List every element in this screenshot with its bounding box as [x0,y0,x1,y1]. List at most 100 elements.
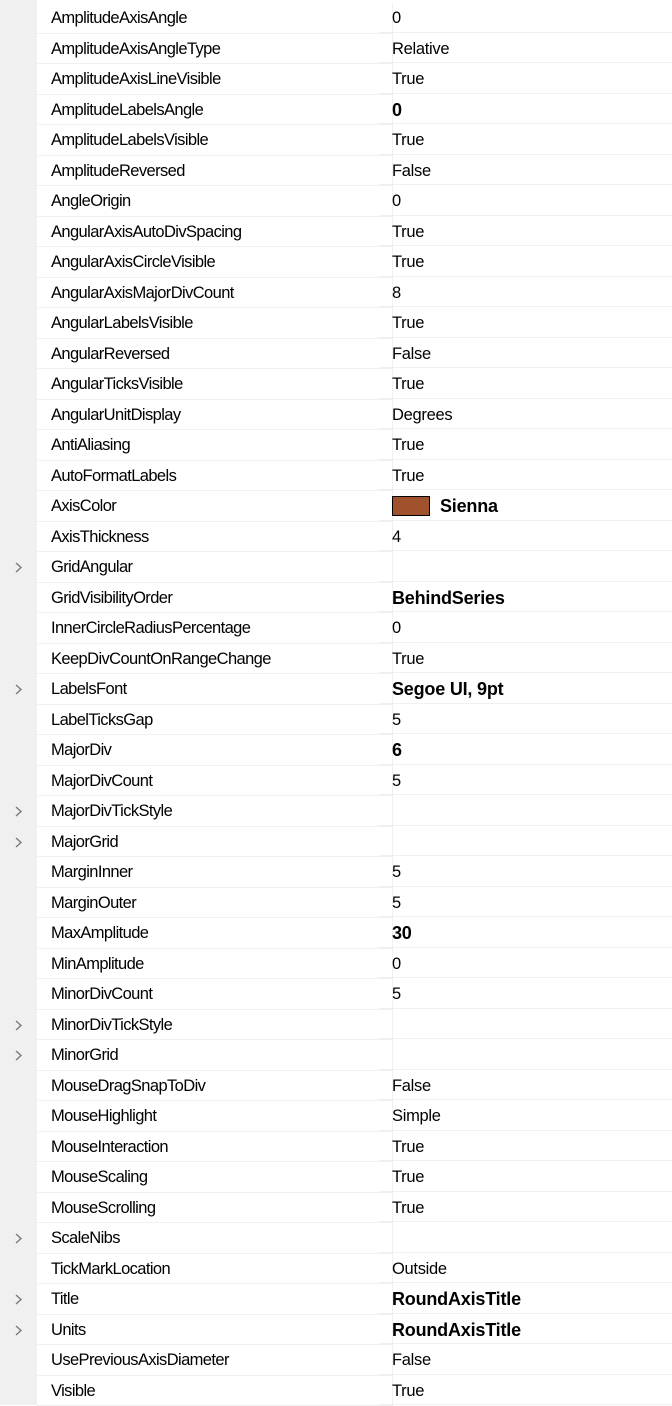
property-value[interactable] [379,796,672,826]
property-name[interactable]: MarginInner [37,857,393,888]
property-name[interactable]: MarginOuter [37,888,393,919]
property-row[interactable]: TickMarkLocationOutside [0,1254,672,1285]
property-row[interactable]: AntiAliasingTrue [0,430,672,461]
property-name[interactable]: MouseScaling [37,1162,393,1193]
chevron-right-icon[interactable] [0,1040,37,1071]
property-name[interactable]: KeepDivCountOnRangeChange [37,644,393,675]
property-name[interactable]: MajorGrid [37,827,393,858]
property-value[interactable]: Sienna [379,491,672,521]
property-value[interactable]: True [379,125,672,155]
property-row[interactable]: AmplitudeLabelsVisibleTrue [0,125,672,156]
property-value[interactable]: False [379,1071,672,1101]
chevron-right-icon[interactable] [0,674,37,705]
property-row[interactable]: AngularTicksVisibleTrue [0,369,672,400]
property-row[interactable]: ScaleNibs [0,1223,672,1254]
property-value[interactable]: 5 [379,857,672,887]
property-value[interactable]: True [379,1376,672,1406]
property-value[interactable] [379,1010,672,1040]
property-name[interactable]: MouseInteraction [37,1132,393,1163]
property-name[interactable]: Visible [37,1376,393,1406]
property-value[interactable]: 0 [379,613,672,643]
property-value[interactable]: True [379,247,672,277]
property-value[interactable]: 5 [379,888,672,918]
property-value[interactable]: 0 [379,186,672,216]
property-name[interactable]: ScaleNibs [37,1223,393,1254]
property-name[interactable]: AmplitudeAxisLineVisible [37,64,393,95]
property-row[interactable]: AngleOrigin0 [0,186,672,217]
property-row[interactable]: AxisColorSienna [0,491,672,522]
property-value[interactable]: False [379,1345,672,1375]
property-value[interactable]: True [379,1132,672,1162]
property-row[interactable]: AngularAxisMajorDivCount8 [0,278,672,309]
property-value[interactable]: 0 [379,3,672,33]
property-row[interactable]: AngularUnitDisplayDegrees [0,400,672,431]
property-name[interactable]: AngularAxisMajorDivCount [37,278,393,309]
property-value[interactable]: False [379,339,672,369]
chevron-right-icon[interactable] [0,1223,37,1254]
property-name[interactable]: AxisThickness [37,522,393,553]
chevron-right-icon[interactable] [0,552,37,583]
chevron-right-icon[interactable] [0,796,37,827]
property-row[interactable]: KeepDivCountOnRangeChangeTrue [0,644,672,675]
property-name[interactable]: LabelTicksGap [37,705,393,736]
property-name[interactable]: AngularLabelsVisible [37,308,393,339]
property-name[interactable]: MajorDivTickStyle [37,796,393,827]
property-value[interactable]: 5 [379,705,672,735]
property-value[interactable]: True [379,1193,672,1223]
property-name[interactable]: GridVisibilityOrder [37,583,393,614]
property-row[interactable]: AmplitudeAxisLineVisibleTrue [0,64,672,95]
property-name[interactable]: MouseHighlight [37,1101,393,1132]
property-row[interactable]: VisibleTrue [0,1376,672,1406]
property-value[interactable]: 4 [379,522,672,552]
property-value[interactable]: 5 [379,979,672,1009]
property-row[interactable]: LabelTicksGap5 [0,705,672,736]
property-value[interactable]: Simple [379,1101,672,1131]
property-value[interactable] [379,552,672,582]
property-name[interactable]: UsePreviousAxisDiameter [37,1345,393,1376]
property-value[interactable]: True [379,369,672,399]
property-value[interactable]: 6 [379,735,672,765]
chevron-right-icon[interactable] [0,1315,37,1346]
property-row[interactable]: MinAmplitude0 [0,949,672,980]
property-name[interactable]: AntiAliasing [37,430,393,461]
property-name[interactable]: AutoFormatLabels [37,461,393,492]
property-value[interactable]: RoundAxisTitle [379,1315,672,1345]
property-name[interactable]: MouseDragSnapToDiv [37,1071,393,1102]
property-row[interactable]: MouseScrollingTrue [0,1193,672,1224]
property-value[interactable]: 0 [379,95,672,125]
property-row[interactable]: AngularLabelsVisibleTrue [0,308,672,339]
property-value[interactable]: False [379,156,672,186]
property-value[interactable]: True [379,64,672,94]
property-name[interactable]: MajorDivCount [37,766,393,797]
property-name[interactable]: MaxAmplitude [37,918,393,949]
property-value[interactable]: 0 [379,949,672,979]
property-name[interactable]: MinorDivTickStyle [37,1010,393,1041]
property-row[interactable]: MouseInteractionTrue [0,1132,672,1163]
chevron-right-icon[interactable] [0,827,37,858]
property-row[interactable]: UnitsRoundAxisTitle [0,1315,672,1346]
property-value[interactable] [379,1040,672,1070]
property-name[interactable]: MinorGrid [37,1040,393,1071]
chevron-right-icon[interactable] [0,1010,37,1041]
property-value[interactable]: Relative [379,34,672,64]
property-name[interactable]: AngularUnitDisplay [37,400,393,431]
property-row[interactable]: AmplitudeLabelsAngle0 [0,95,672,126]
property-name[interactable]: AngularTicksVisible [37,369,393,400]
property-row[interactable]: GridVisibilityOrderBehindSeries [0,583,672,614]
chevron-right-icon[interactable] [0,1284,37,1315]
property-row[interactable]: TitleRoundAxisTitle [0,1284,672,1315]
property-name[interactable]: MajorDiv [37,735,393,766]
property-name[interactable]: AmplitudeLabelsVisible [37,125,393,156]
property-row[interactable]: AmplitudeReversedFalse [0,156,672,187]
property-name[interactable]: AmplitudeReversed [37,156,393,187]
property-row[interactable]: AmplitudeAxisAngleTypeRelative [0,34,672,65]
property-name[interactable]: GridAngular [37,552,393,583]
property-row[interactable]: AngularAxisCircleVisibleTrue [0,247,672,278]
property-value[interactable]: Segoe UI, 9pt [379,674,672,704]
property-name[interactable]: MinorDivCount [37,979,393,1010]
property-value[interactable]: RoundAxisTitle [379,1284,672,1314]
property-row[interactable]: MajorDiv6 [0,735,672,766]
property-name[interactable]: TickMarkLocation [37,1254,393,1285]
property-row[interactable]: MaxAmplitude30 [0,918,672,949]
property-name[interactable]: AmplitudeAxisAngle [37,3,393,34]
